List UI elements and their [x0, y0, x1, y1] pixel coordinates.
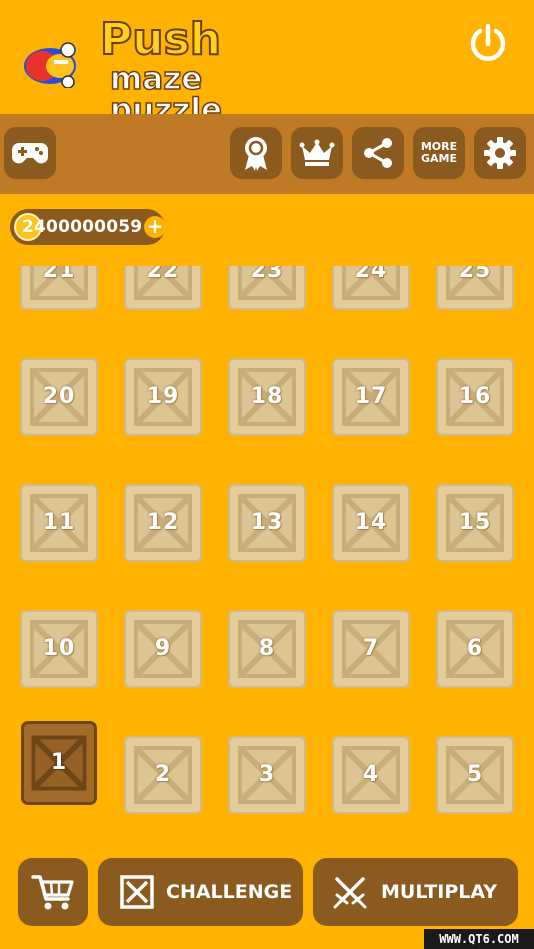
logo-title: Push	[99, 14, 222, 65]
gear-icon	[484, 137, 516, 169]
more-games-label-line2: GAME	[420, 152, 457, 165]
leaderboard-button[interactable]	[291, 127, 343, 179]
level-number: 16	[458, 384, 492, 409]
level-8-button[interactable]: 8	[228, 610, 306, 688]
add-coins-button[interactable]: +	[144, 216, 166, 238]
car-icon	[24, 42, 76, 88]
more-games-button[interactable]: MORE GAME	[413, 127, 465, 179]
level-number: 19	[146, 384, 180, 409]
level-number: 13	[250, 510, 284, 535]
level-number: 21	[42, 266, 76, 283]
level-number: 5	[466, 762, 484, 787]
level-grid: 21 22 23 24 25 20 19 18 17 16 11 12 13 14 15 10 9 8 7 6 1 2 3 4…	[0, 266, 534, 826]
level-7-button[interactable]: 7	[332, 610, 410, 688]
cart-icon	[31, 875, 74, 910]
level-16-button[interactable]: 16	[436, 358, 514, 436]
level-number: 10	[42, 636, 76, 661]
level-number: 25	[458, 266, 492, 283]
level-number: 2	[154, 762, 172, 787]
level-number: 23	[250, 266, 284, 283]
level-22-button[interactable]: 22	[124, 266, 202, 310]
game-logo: Push maze puzzle	[10, 10, 310, 126]
level-number: 8	[258, 636, 276, 661]
multiplay-label: MULTIPLAY	[381, 881, 498, 903]
power-icon	[470, 23, 506, 61]
level-number: 12	[146, 510, 180, 535]
level-18-button[interactable]: 18	[228, 358, 306, 436]
power-button[interactable]	[465, 20, 511, 66]
crossed-swords-icon	[333, 877, 367, 909]
challenge-label: CHALLENGE	[166, 881, 293, 903]
level-number: 6	[466, 636, 484, 661]
level-24-button[interactable]: 24	[332, 266, 410, 310]
coin-amount: 2400000059	[22, 217, 143, 237]
level-9-button[interactable]: 9	[124, 610, 202, 688]
level-21-button[interactable]: 21	[20, 266, 98, 310]
level-14-button[interactable]: 14	[332, 484, 410, 562]
level-15-button[interactable]: 15	[436, 484, 514, 562]
level-1-button[interactable]: 1	[22, 722, 96, 804]
multiplay-button[interactable]: MULTIPLAY	[313, 858, 518, 926]
gamepad-icon	[12, 143, 48, 164]
level-11-button[interactable]: 11	[20, 484, 98, 562]
crate-icon	[120, 875, 154, 909]
level-number: 4	[362, 762, 380, 787]
level-25-button[interactable]: 25	[436, 266, 514, 310]
gamepad-button[interactable]	[4, 127, 56, 179]
level-4-button[interactable]: 4	[332, 736, 410, 814]
achievements-button[interactable]	[230, 127, 282, 179]
level-17-button[interactable]: 17	[332, 358, 410, 436]
level-20-button[interactable]: 20	[20, 358, 98, 436]
level-6-button[interactable]: 6	[436, 610, 514, 688]
level-13-button[interactable]: 13	[228, 484, 306, 562]
share-icon	[364, 138, 392, 168]
challenge-button[interactable]: CHALLENGE	[98, 858, 303, 926]
level-number: 17	[354, 384, 388, 409]
crown-icon	[299, 139, 335, 166]
level-23-button[interactable]: 23	[228, 266, 306, 310]
share-button[interactable]	[352, 127, 404, 179]
level-number: 15	[458, 510, 492, 535]
level-number: 22	[146, 266, 180, 283]
level-number: 14	[354, 510, 388, 535]
watermark: WWW.QT6.COM	[424, 929, 534, 949]
level-number: 24	[354, 266, 388, 283]
level-number: 11	[42, 510, 76, 535]
level-12-button[interactable]: 12	[124, 484, 202, 562]
level-number: 1	[50, 750, 68, 775]
level-5-button[interactable]: 5	[436, 736, 514, 814]
settings-button[interactable]	[474, 127, 526, 179]
level-number: 7	[362, 636, 380, 661]
coin-balance: 2400000059 +	[10, 209, 166, 245]
ribbon-icon	[245, 137, 267, 171]
level-2-button[interactable]: 2	[124, 736, 202, 814]
level-19-button[interactable]: 19	[124, 358, 202, 436]
level-3-button[interactable]: 3	[228, 736, 306, 814]
level-number: 9	[154, 636, 172, 661]
level-number: 3	[258, 762, 276, 787]
level-number: 20	[42, 384, 76, 409]
shop-button[interactable]	[18, 858, 88, 926]
level-10-button[interactable]: 10	[20, 610, 98, 688]
level-number: 18	[250, 384, 284, 409]
